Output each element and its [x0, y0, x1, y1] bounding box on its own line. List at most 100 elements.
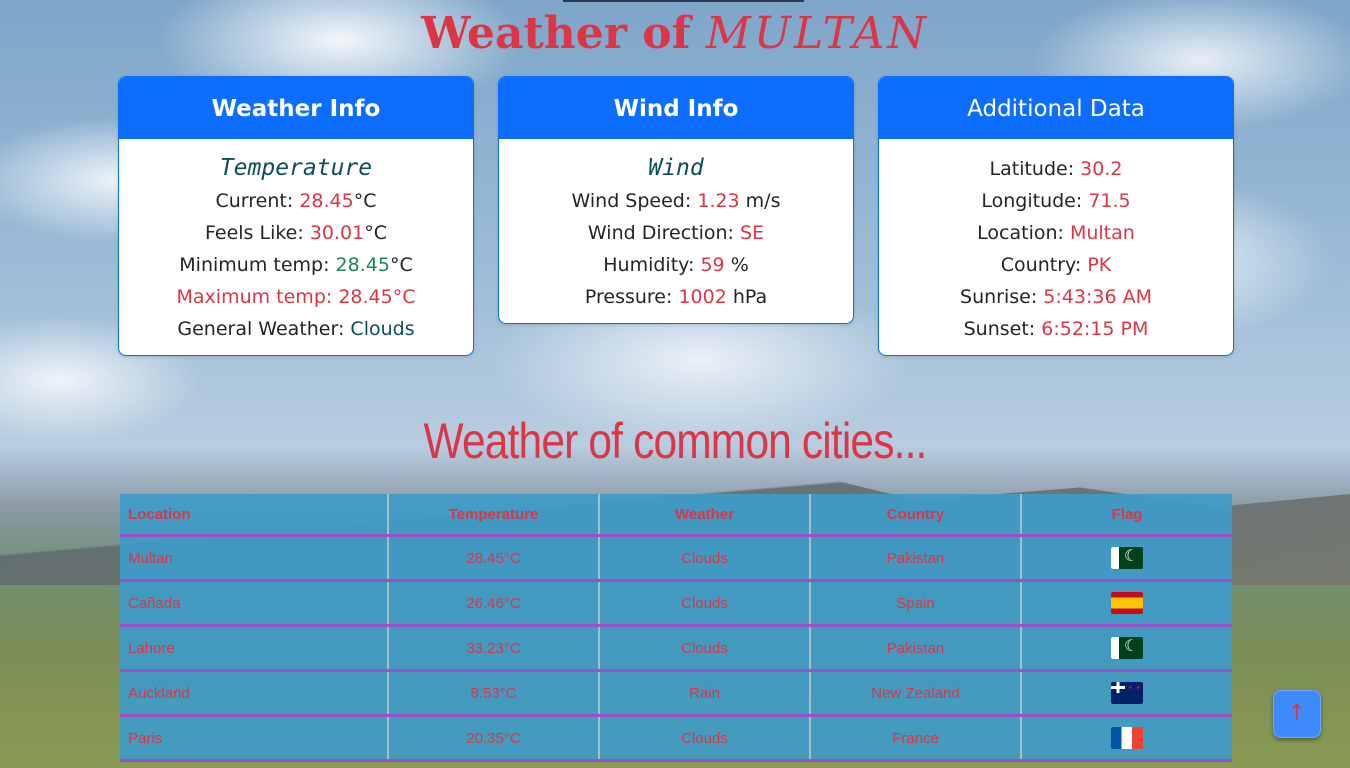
cell-country: Spain [810, 580, 1022, 627]
wind-speed-row: Wind Speed: 1.23 m/s [507, 185, 845, 217]
cities-table: Location Temperature Weather Country Fla… [120, 494, 1232, 762]
cell-flag [1021, 625, 1232, 672]
pressure-unit: hPa [726, 286, 768, 308]
pk-flag-icon [1111, 547, 1143, 569]
weather-info-body: Temperature Current: 28.45°C Feels Like:… [119, 139, 473, 355]
min-temp-value: 28.45 [335, 254, 390, 276]
table-header-row: Location Temperature Weather Country Fla… [120, 494, 1232, 537]
feels-like-value: 30.01 [309, 222, 365, 244]
cell-location: Lahore [120, 625, 389, 672]
arrow-up-icon: ↑ [1287, 701, 1307, 726]
wind-info-header: Wind Info [499, 77, 853, 139]
general-weather-label: General Weather: [177, 318, 351, 340]
fr-flag-icon [1111, 727, 1143, 749]
weather-info-header: Weather Info [119, 77, 473, 139]
common-cities-title: Weather of common cities... [423, 413, 928, 469]
longitude-row: Longitude: 71.5 [887, 185, 1225, 217]
cell-temperature: 8.53°C [388, 670, 600, 717]
latitude-row: Latitude: 30.2 [887, 153, 1225, 185]
wind-info-body: Wind Wind Speed: 1.23 m/s Wind Direction… [499, 139, 853, 323]
cell-country: Pakistan [810, 625, 1022, 672]
pressure-label: Pressure: [584, 286, 679, 308]
country-label: Country: [1000, 254, 1088, 276]
cell-temperature: 28.45°C [388, 535, 600, 582]
cell-location: Cañada [120, 580, 389, 627]
additional-data-body: Latitude: 30.2 Longitude: 71.5 Location:… [879, 139, 1233, 355]
pk-flag-icon [1111, 637, 1143, 659]
table-row: Cañada 26.46°C Clouds Spain [120, 580, 1232, 627]
country-row: Country: PK [887, 249, 1225, 281]
cell-country: Pakistan [810, 535, 1022, 582]
feels-like-label: Feels Like: [205, 222, 310, 244]
wind-speed-value: 1.23 [697, 190, 740, 212]
page-title: Weather of MULTAN [0, 8, 1350, 60]
cell-location: Paris [120, 715, 389, 762]
sunrise-value: 5:43:36 AM [1043, 286, 1152, 308]
page-title-city: MULTAN [705, 8, 929, 59]
current-temp-row: Current: 28.45°C [127, 185, 465, 217]
max-temp-row: Maximum temp: 28.45°C [176, 286, 416, 308]
temperature-subtitle: Temperature [219, 155, 373, 181]
wind-direction-value: SE [740, 222, 765, 244]
cell-country: France [810, 715, 1022, 762]
table-row: Paris 20.35°C Clouds France [120, 715, 1232, 762]
latitude-label: Latitude: [989, 158, 1081, 180]
cell-weather: Clouds [599, 625, 811, 672]
sunrise-label: Sunrise: [960, 286, 1044, 308]
latitude-value: 30.2 [1080, 158, 1123, 180]
cell-temperature: 20.35°C [388, 715, 600, 762]
general-weather-value: Clouds [350, 318, 415, 340]
current-temp-label: Current: [215, 190, 300, 212]
humidity-row: Humidity: 59 % [507, 249, 845, 281]
cell-flag [1021, 670, 1232, 717]
column-header-country: Country [810, 494, 1022, 537]
min-temp-unit: °C [389, 254, 413, 276]
top-accent-line [563, 0, 804, 2]
min-temp-label: Minimum temp: [179, 254, 336, 276]
cell-temperature: 33.23°C [388, 625, 600, 672]
sunset-label: Sunset: [963, 318, 1042, 340]
cell-flag [1021, 535, 1232, 582]
feels-like-unit: °C [364, 222, 387, 244]
longitude-label: Longitude: [981, 190, 1089, 212]
wind-direction-label: Wind Direction: [587, 222, 740, 244]
page-title-prefix: Weather of [421, 8, 706, 59]
humidity-label: Humidity: [603, 254, 701, 276]
longitude-value: 71.5 [1088, 190, 1131, 212]
sunset-value: 6:52:15 PM [1041, 318, 1149, 340]
weather-info-card: Weather Info Temperature Current: 28.45°… [118, 76, 474, 356]
location-value: Multan [1069, 222, 1135, 244]
pressure-value: 1002 [678, 286, 727, 308]
table-row: Auckland 8.53°C Rain New Zealand [120, 670, 1232, 717]
cell-country: New Zealand [810, 670, 1022, 717]
location-label: Location: [977, 222, 1070, 244]
cell-weather: Rain [599, 670, 811, 717]
cell-location: Auckland [120, 670, 389, 717]
es-flag-icon [1111, 592, 1143, 614]
cell-flag [1021, 580, 1232, 627]
column-header-flag: Flag [1021, 494, 1232, 537]
sunset-row: Sunset: 6:52:15 PM [887, 313, 1225, 345]
wind-direction-row: Wind Direction: SE [507, 217, 845, 249]
scroll-to-top-button[interactable]: ↑ [1273, 690, 1321, 738]
cell-weather: Clouds [599, 535, 811, 582]
sunrise-row: Sunrise: 5:43:36 AM [887, 281, 1225, 313]
cell-weather: Clouds [599, 580, 811, 627]
additional-data-header: Additional Data [879, 77, 1233, 139]
cell-flag [1021, 715, 1232, 762]
humidity-unit: % [724, 254, 749, 276]
nz-flag-icon [1111, 682, 1143, 704]
additional-data-card: Additional Data Latitude: 30.2 Longitude… [878, 76, 1234, 356]
table-row: Lahore 33.23°C Clouds Pakistan [120, 625, 1232, 672]
wind-speed-label: Wind Speed: [571, 190, 698, 212]
wind-info-card: Wind Info Wind Wind Speed: 1.23 m/s Wind… [498, 76, 854, 324]
column-header-location: Location [120, 494, 389, 537]
wind-subtitle: Wind [648, 155, 704, 181]
humidity-value: 59 [700, 254, 725, 276]
min-temp-row: Minimum temp: 28.45°C [127, 249, 465, 281]
table-row: Multan 28.45°C Clouds Pakistan [120, 535, 1232, 582]
current-temp-value: 28.45 [299, 190, 354, 212]
current-temp-unit: °C [353, 190, 377, 212]
location-row: Location: Multan [887, 217, 1225, 249]
cell-weather: Clouds [599, 715, 811, 762]
